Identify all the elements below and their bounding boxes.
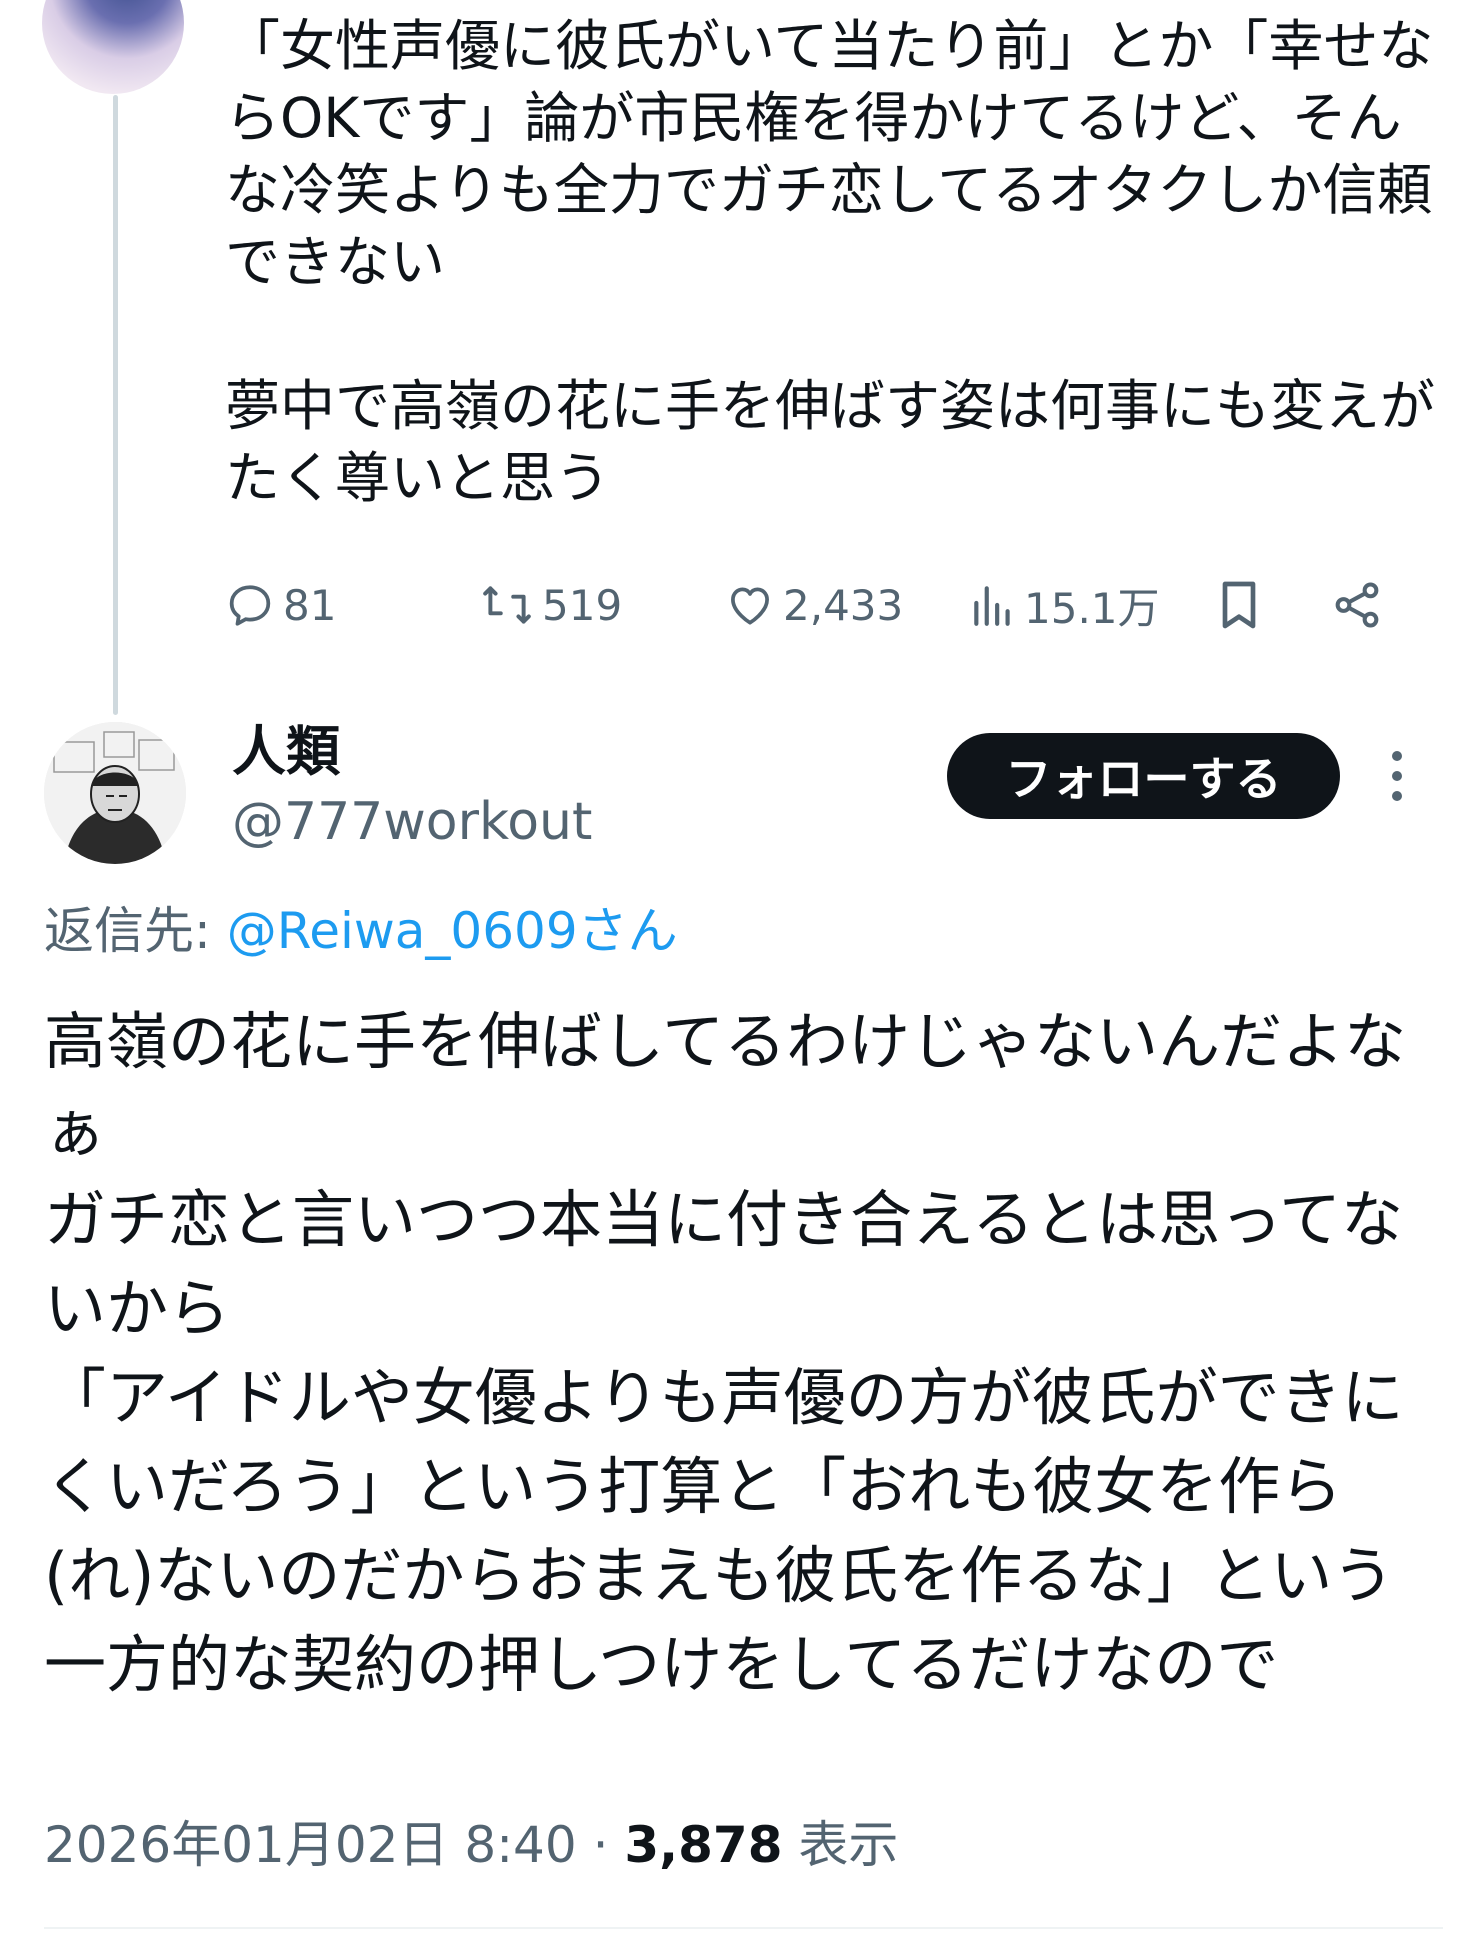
more-icon[interactable] xyxy=(1382,748,1412,804)
repost-button[interactable]: 519 xyxy=(480,570,622,640)
author-avatar[interactable] xyxy=(44,722,186,864)
reply-icon xyxy=(225,580,275,630)
tweet-views-label: 表示 xyxy=(782,1816,899,1874)
bookmark-button[interactable] xyxy=(1215,570,1263,640)
tweet-views-count: 3,878 xyxy=(624,1816,783,1874)
follow-button[interactable]: フォローする xyxy=(947,733,1340,819)
previous-author-avatar[interactable] xyxy=(42,0,184,94)
like-count: 2,433 xyxy=(783,580,904,630)
reply-count: 81 xyxy=(283,580,337,630)
previous-tweet-actions: 81 519 2,433 15.1万 xyxy=(225,570,1405,640)
repost-icon xyxy=(480,580,534,630)
bookmark-icon xyxy=(1215,577,1263,633)
tweet-meta: 2026年01月02日 8:40 · 3,878 表示 xyxy=(44,1812,898,1878)
like-icon xyxy=(725,580,775,630)
reply-button[interactable]: 81 xyxy=(225,570,336,640)
author-handle[interactable]: @777workout xyxy=(232,790,592,854)
share-icon xyxy=(1330,578,1384,632)
views-button[interactable]: 15.1万 xyxy=(970,570,1160,640)
like-button[interactable]: 2,433 xyxy=(725,570,903,640)
reply-to-mention[interactable]: @Reiwa_0609さん xyxy=(227,902,678,960)
thread-connector-line xyxy=(113,95,118,715)
meta-separator: · xyxy=(576,1816,625,1874)
tweet-timestamp[interactable]: 2026年01月02日 8:40 xyxy=(44,1816,577,1874)
repost-count: 519 xyxy=(542,580,623,630)
reply-to-line: 返信先: @Reiwa_0609さん xyxy=(44,898,678,964)
views-icon xyxy=(970,580,1016,630)
previous-tweet-text: 「女性声優に彼氏がいて当たり前」とか「幸せならOKです」論が市民権を得かけてるけ… xyxy=(225,14,1436,510)
author-display-name[interactable]: 人類 xyxy=(232,720,340,784)
views-count: 15.1万 xyxy=(1024,583,1160,633)
reply-to-label: 返信先: xyxy=(44,902,227,960)
share-button[interactable] xyxy=(1330,570,1384,640)
tweet-text: 高嶺の花に手を伸ばしてるわけじゃないんだよなぁ ガチ恋と言いつつ本当に付き合える… xyxy=(44,1005,1407,1701)
divider xyxy=(44,1927,1443,1929)
